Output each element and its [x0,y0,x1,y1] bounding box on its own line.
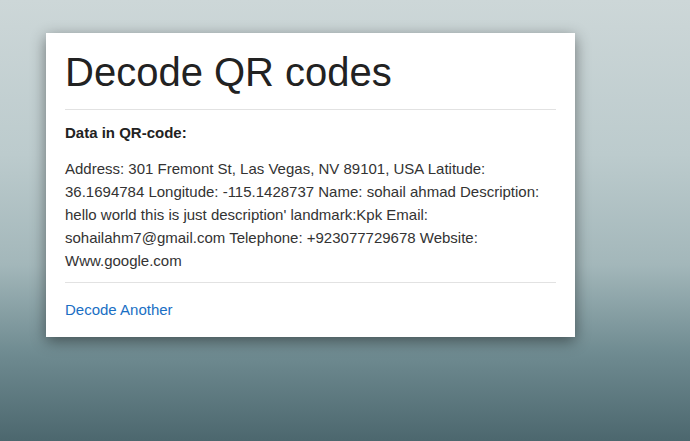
divider [65,109,556,110]
decode-another-link[interactable]: Decode Another [65,301,173,318]
page-title: Decode QR codes [65,45,556,99]
result-card: Decode QR codes Data in QR-code: Address… [46,33,575,337]
page-background: Decode QR codes Data in QR-code: Address… [0,0,690,441]
divider [65,282,556,283]
result-label: Data in QR-code: [65,124,556,141]
result-text: Address: 301 Fremont St, Las Vegas, NV 8… [65,157,556,272]
